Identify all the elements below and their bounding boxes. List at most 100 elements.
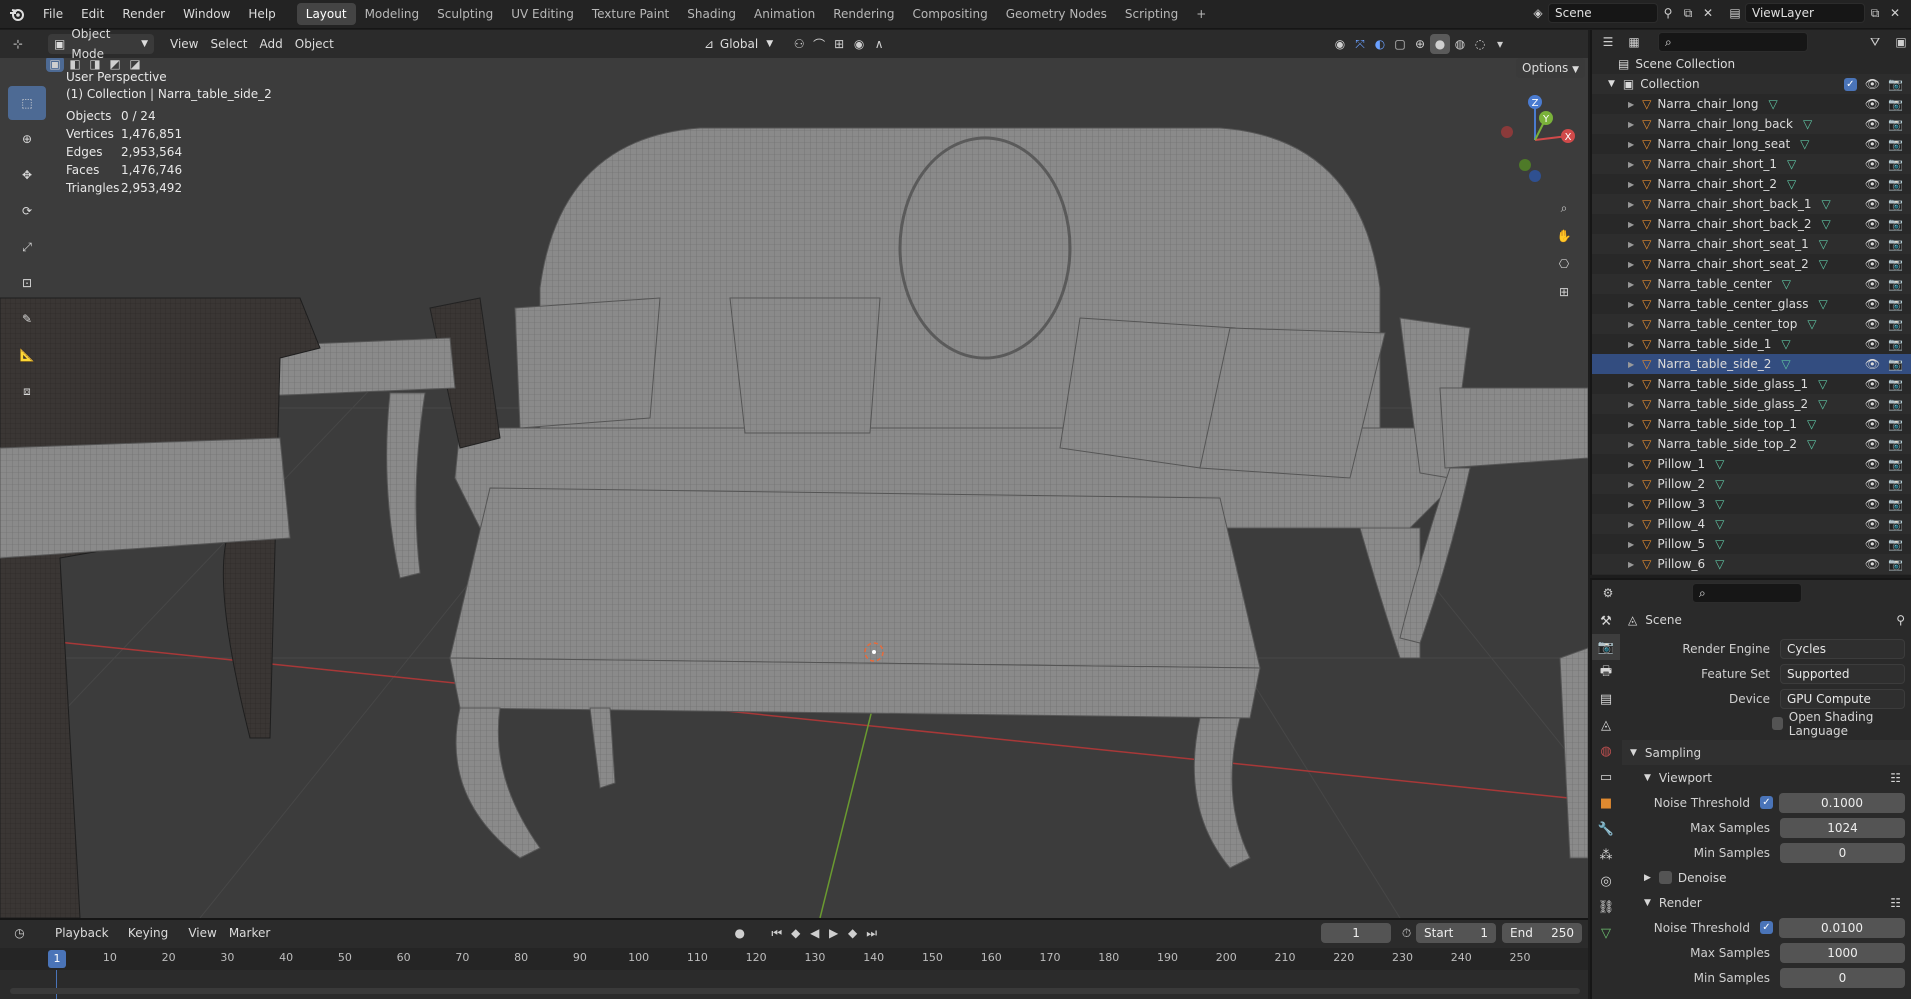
- tab-modeling[interactable]: Modeling: [356, 3, 429, 25]
- menu-select[interactable]: Select: [204, 34, 253, 54]
- view-layer-tab-icon[interactable]: ▤: [1592, 686, 1620, 712]
- chevron-right-icon[interactable]: ▶: [1628, 100, 1634, 109]
- outliner-item[interactable]: ▶ ▽ Pillow_4 ▽ 👁 📷: [1592, 514, 1911, 534]
- outliner-editor-icon[interactable]: ☰: [1598, 32, 1618, 52]
- render-min-samples-field[interactable]: 0: [1780, 967, 1905, 988]
- xray-icon[interactable]: ▢: [1390, 34, 1410, 54]
- camera-icon[interactable]: 📷: [1888, 177, 1903, 191]
- eye-icon[interactable]: 👁: [1865, 337, 1880, 351]
- eye-icon[interactable]: 👁: [1865, 137, 1880, 151]
- tool-tab-icon[interactable]: ⚒: [1592, 608, 1620, 634]
- outliner-item[interactable]: ▶ ▽ Narra_chair_short_back_2 ▽ 👁 📷: [1592, 214, 1911, 234]
- shading-options-icon[interactable]: ▾: [1490, 34, 1510, 54]
- viewport-max-samples-field[interactable]: 1024: [1780, 817, 1905, 838]
- chevron-right-icon[interactable]: ▶: [1628, 500, 1634, 509]
- select-invert-icon[interactable]: ◩: [106, 58, 124, 72]
- outliner-item[interactable]: ▶ ▽ Narra_chair_short_seat_1 ▽ 👁 📷: [1592, 234, 1911, 254]
- menu-help[interactable]: Help: [239, 3, 284, 25]
- feature-set-dropdown[interactable]: Supported: [1780, 663, 1905, 684]
- properties-editor-icon[interactable]: ⚙: [1598, 583, 1618, 603]
- camera-icon[interactable]: 📷: [1888, 337, 1903, 351]
- pivot-point-icon[interactable]: ⚇: [789, 34, 809, 54]
- select-extend-icon[interactable]: ◧: [66, 58, 84, 72]
- scale-tool-icon[interactable]: ⤢: [8, 230, 46, 264]
- move-tool-icon[interactable]: ✥: [8, 158, 46, 192]
- eye-icon[interactable]: 👁: [1865, 117, 1880, 131]
- camera-icon[interactable]: 📷: [1888, 297, 1903, 311]
- outliner-item[interactable]: ▶ ▽ Narra_chair_short_seat_2 ▽ 👁 📷: [1592, 254, 1911, 274]
- outliner-item[interactable]: ▶ ▽ Narra_table_side_top_1 ▽ 👁 📷: [1592, 414, 1911, 434]
- camera-icon[interactable]: 📷: [1888, 537, 1903, 551]
- camera-icon[interactable]: 📷: [1888, 397, 1903, 411]
- chevron-right-icon[interactable]: ▶: [1628, 120, 1634, 129]
- chevron-right-icon[interactable]: ▶: [1628, 340, 1634, 349]
- wireframe-shading-icon[interactable]: ⊕: [1410, 34, 1430, 54]
- world-tab-icon[interactable]: ◍: [1592, 738, 1620, 764]
- chevron-right-icon[interactable]: ▶: [1628, 240, 1634, 249]
- collection-enable-checkbox[interactable]: ✓: [1843, 77, 1857, 91]
- eye-icon[interactable]: 👁: [1865, 277, 1880, 291]
- eye-icon[interactable]: 👁: [1865, 157, 1880, 171]
- osl-checkbox[interactable]: [1772, 717, 1783, 730]
- filter-icon[interactable]: ⛛: [1865, 32, 1885, 52]
- chevron-right-icon[interactable]: ▶: [1628, 380, 1634, 389]
- play-reverse-icon[interactable]: ◀: [805, 923, 824, 943]
- eye-icon[interactable]: 👁: [1865, 537, 1880, 551]
- viewport-noise-threshold-field[interactable]: 0.1000: [1779, 792, 1905, 813]
- menu-file[interactable]: File: [34, 3, 72, 25]
- overlay-toggle-icon[interactable]: ◐: [1370, 34, 1390, 54]
- transform-orientation-dropdown[interactable]: ⊿ Global ▼: [698, 34, 779, 54]
- chevron-right-icon[interactable]: ▶: [1628, 420, 1634, 429]
- scene-collection-row[interactable]: ▤ Scene Collection: [1592, 54, 1911, 74]
- denoise-subpanel-header[interactable]: ▶ Denoise: [1622, 865, 1911, 890]
- outliner-item[interactable]: ▶ ▽ Narra_chair_short_1 ▽ 👁 📷: [1592, 154, 1911, 174]
- camera-icon[interactable]: 📷: [1888, 157, 1903, 171]
- select-box-tool-icon[interactable]: ⬚: [8, 86, 46, 120]
- outliner-item[interactable]: ▶ ▽ Narra_chair_long ▽ 👁 📷: [1592, 94, 1911, 114]
- menu-add[interactable]: Add: [254, 34, 289, 54]
- tab-scripting[interactable]: Scripting: [1116, 3, 1187, 25]
- camera-icon[interactable]: 📷: [1888, 277, 1903, 291]
- pan-hand-icon[interactable]: ✋: [1554, 226, 1574, 246]
- menu-view[interactable]: View: [164, 34, 204, 54]
- menu-marker[interactable]: Marker: [223, 923, 276, 943]
- pillow-1[interactable]: [514, 297, 661, 429]
- frame-ruler[interactable]: 1102030405060708090100110120130140150160…: [0, 948, 1588, 970]
- object-tab-icon[interactable]: ■: [1592, 790, 1620, 816]
- current-frame-field[interactable]: 1: [1321, 923, 1392, 943]
- jump-start-icon[interactable]: ⏮: [767, 923, 786, 943]
- viewport-min-samples-field[interactable]: 0: [1780, 842, 1905, 863]
- tab-uv-editing[interactable]: UV Editing: [502, 3, 583, 25]
- timeline-editor-icon[interactable]: ◷: [10, 923, 29, 943]
- mode-dropdown[interactable]: ▣ Object Mode ▼: [48, 27, 154, 61]
- outliner-item[interactable]: ▶ ▽ Pillow_1 ▽ 👁 📷: [1592, 454, 1911, 474]
- select-intersect-icon[interactable]: ◪: [126, 58, 144, 72]
- side-table-right[interactable]: [1439, 387, 1588, 469]
- jump-end-icon[interactable]: ⏭: [862, 923, 881, 943]
- camera-icon[interactable]: 📷: [1888, 357, 1903, 371]
- scene-selector-icon[interactable]: ◈: [1528, 3, 1548, 23]
- pin-icon[interactable]: ⚲: [1658, 3, 1678, 23]
- outliner-item[interactable]: ▶ ▽ Narra_table_center ▽ 👁 📷: [1592, 274, 1911, 294]
- tab-compositing[interactable]: Compositing: [903, 3, 996, 25]
- eye-icon[interactable]: 👁: [1865, 457, 1880, 471]
- record-icon[interactable]: ●: [730, 923, 749, 943]
- tab-animation[interactable]: Animation: [745, 3, 824, 25]
- rotate-tool-icon[interactable]: ⟳: [8, 194, 46, 228]
- pin-icon[interactable]: ⚲: [1896, 613, 1905, 627]
- 3d-viewport[interactable]: User Perspective (1) Collection | Narra_…: [0, 58, 1588, 918]
- chevron-right-icon[interactable]: ▶: [1628, 320, 1634, 329]
- eye-icon[interactable]: 👁: [1865, 237, 1880, 251]
- new-scene-icon[interactable]: ⧉: [1678, 3, 1698, 23]
- tab-texture-paint[interactable]: Texture Paint: [583, 3, 678, 25]
- camera-icon[interactable]: 📷: [1888, 497, 1903, 511]
- tab-geometry-nodes[interactable]: Geometry Nodes: [997, 3, 1116, 25]
- timeline-scrollbar[interactable]: [10, 988, 1580, 994]
- gizmo-neg-y[interactable]: [1519, 159, 1531, 171]
- scene-tab-icon[interactable]: ◬: [1592, 712, 1620, 738]
- collection-tab-icon[interactable]: ▭: [1592, 764, 1620, 790]
- tab-sculpting[interactable]: Sculpting: [428, 3, 502, 25]
- outliner-item[interactable]: ▶ ▽ Narra_table_side_1 ▽ 👁 📷: [1592, 334, 1911, 354]
- menu-render[interactable]: Render: [113, 3, 174, 25]
- chevron-right-icon[interactable]: ▶: [1628, 220, 1634, 229]
